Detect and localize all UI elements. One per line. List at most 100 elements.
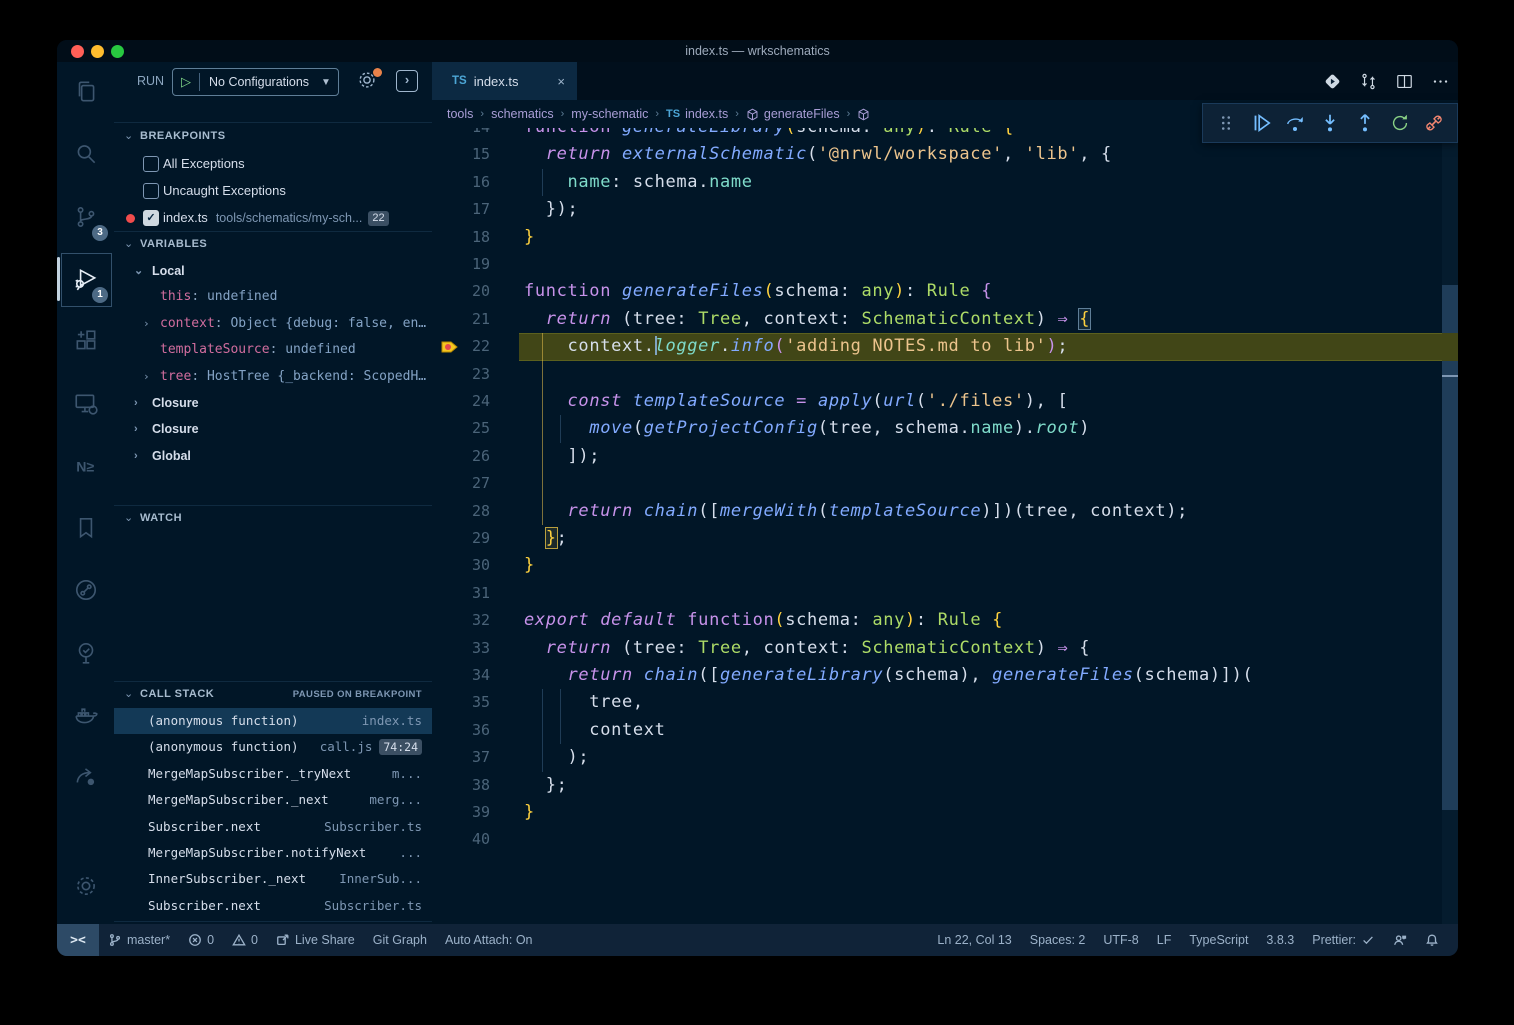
step-out-button[interactable] (1353, 111, 1377, 135)
status-notifications-bell[interactable] (1416, 924, 1448, 956)
continue-button[interactable] (1249, 111, 1273, 135)
status-auto-attach[interactable]: Auto Attach: On (436, 924, 542, 956)
callstack-frame[interactable]: (anonymous function) call.js74:24 (114, 734, 432, 760)
status-remote-indicator[interactable]: >< (57, 924, 99, 956)
breadcrumb-item[interactable]: generateFiles (746, 107, 840, 121)
code-line-18[interactable]: 18 } (432, 224, 1458, 251)
tab-index-ts[interactable]: TS index.ts × (432, 62, 577, 100)
code-line-30[interactable]: 30 } (432, 552, 1458, 579)
variable-row[interactable]: › context: Object {debug: false, en… (114, 311, 432, 337)
activity-item-docker[interactable] (57, 687, 114, 743)
variable-row[interactable]: this: undefined (114, 284, 432, 310)
variables-scope-global[interactable]: › Global (114, 443, 432, 469)
activity-item-project-share[interactable] (57, 749, 114, 805)
callstack-frame[interactable]: MergeMapSubscriber._tryNext m... (114, 761, 432, 787)
code-line-34[interactable]: 34 return chain([generateLibrary(schema)… (432, 662, 1458, 689)
activity-item-search[interactable] (57, 126, 114, 182)
breadcrumb-item[interactable]: TSindex.ts (666, 107, 728, 121)
configure-gear-button[interactable] (356, 69, 380, 93)
status-errors[interactable]: 0 (179, 924, 223, 956)
scrollbar-thumb[interactable] (1442, 285, 1458, 810)
code-line-38[interactable]: 38 }; (432, 772, 1458, 799)
activity-item-settings-gear[interactable] (57, 858, 114, 914)
breakpoint-row[interactable]: All Exceptions (114, 150, 432, 177)
code-line-39[interactable]: 39 } (432, 799, 1458, 826)
status-cursor-position[interactable]: Ln 22, Col 13 (928, 924, 1020, 956)
more-actions-button[interactable] (1431, 72, 1450, 91)
status-live-share[interactable]: Live Share (267, 924, 364, 956)
status-eol[interactable]: LF (1148, 924, 1181, 956)
breakpoint-checkbox[interactable]: ✓ (143, 210, 159, 226)
status-prettier[interactable]: Prettier: (1303, 924, 1384, 956)
restart-button[interactable] (1388, 111, 1412, 135)
breakpoint-checkbox[interactable] (143, 183, 159, 199)
callstack-frame[interactable]: MergeMapSubscriber.notifyNext ... (114, 840, 432, 866)
code-line-23[interactable]: 23 (432, 361, 1458, 388)
code-line-26[interactable]: 26 ]); (432, 443, 1458, 470)
breakpoints-section-header[interactable]: ⌄ BREAKPOINTS (114, 123, 432, 150)
status-indentation[interactable]: Spaces: 2 (1021, 924, 1095, 956)
callstack-frame[interactable]: InnerSubscriber._next InnerSub... (114, 866, 432, 892)
code-editor[interactable]: 14 function generateLibrary(schema: any)… (432, 128, 1458, 924)
code-line-27[interactable]: 27 (432, 470, 1458, 497)
variables-scope-local[interactable]: ⌄ Local (114, 258, 432, 284)
status-git-branch[interactable]: master* (99, 924, 179, 956)
code-line-29[interactable]: 29 }; (432, 525, 1458, 552)
breakpoint-row[interactable]: Uncaught Exceptions (114, 177, 432, 204)
start-debug-icon[interactable]: ▷ (173, 73, 200, 91)
status-ts-version[interactable]: 3.8.3 (1257, 924, 1303, 956)
status-encoding[interactable]: UTF-8 (1094, 924, 1147, 956)
breakpoint-row[interactable]: ✓ index.tstools/schematics/my-sch...22 (114, 204, 432, 231)
variables-scope-closure[interactable]: › Closure (114, 416, 432, 442)
launch-configuration-dropdown[interactable]: ▷ No Configurations ▼ (172, 68, 339, 96)
activity-item-run-and-debug[interactable]: 1 (57, 251, 114, 307)
activity-item-test-explorer[interactable] (57, 625, 114, 681)
variable-row[interactable]: templateSource: undefined (114, 337, 432, 363)
activity-item-remote-explorer[interactable] (57, 376, 114, 432)
code-line-16[interactable]: 16 name: schema.name (432, 169, 1458, 196)
code-line-31[interactable]: 31 (432, 580, 1458, 607)
close-tab-icon[interactable]: × (557, 74, 565, 89)
breadcrumb-item[interactable]: schematics (491, 107, 554, 121)
compare-changes-button[interactable] (1359, 72, 1378, 91)
activity-item-extensions[interactable] (57, 313, 114, 369)
code-line-25[interactable]: 25 move(getProjectConfig(tree, schema.na… (432, 415, 1458, 442)
status-git-graph[interactable]: Git Graph (364, 924, 436, 956)
variables-section-header[interactable]: ⌄ VARIABLES (114, 231, 432, 258)
code-line-33[interactable]: 33 return (tree: Tree, context: Schemati… (432, 635, 1458, 662)
variables-scope-closure[interactable]: › Closure (114, 390, 432, 416)
activity-item-nx-console[interactable]: N≥ (57, 438, 114, 494)
code-line-37[interactable]: 37 ); (432, 744, 1458, 771)
callstack-frame[interactable]: Subscriber.next Subscriber.ts (114, 893, 432, 919)
callstack-frame[interactable]: MergeMapSubscriber._next merg... (114, 787, 432, 813)
code-line-15[interactable]: 15 return externalSchematic('@nrwl/works… (432, 141, 1458, 168)
code-line-40[interactable]: 40 (432, 826, 1458, 853)
watch-section-header[interactable]: ⌄ WATCH (114, 505, 432, 532)
code-line-19[interactable]: 19 (432, 251, 1458, 278)
status-feedback[interactable] (1384, 924, 1416, 956)
code-line-22[interactable]: 22 context.logger.info('adding NOTES.md … (432, 333, 1458, 360)
drag-grip-button[interactable] (1214, 111, 1238, 135)
callstack-frame[interactable]: (anonymous function) index.ts (114, 708, 432, 734)
editor-scrollbar[interactable] (1442, 128, 1458, 924)
status-language-mode[interactable]: TypeScript (1180, 924, 1257, 956)
callstack-frame[interactable]: Subscriber.next Subscriber.ts (114, 814, 432, 840)
variable-row[interactable]: › tree: HostTree {_backend: ScopedH… (114, 364, 432, 390)
breadcrumb-item[interactable]: my-schematic (571, 107, 648, 121)
debug-console-button[interactable]: › (396, 70, 418, 92)
code-line-36[interactable]: 36 context (432, 717, 1458, 744)
callstack-section-header[interactable]: ⌄ CALL STACK PAUSED ON BREAKPOINT (114, 681, 432, 708)
activity-item-bookmarks[interactable] (57, 500, 114, 556)
disconnect-button[interactable] (1422, 111, 1446, 135)
activity-item-source-control[interactable]: 3 (57, 189, 114, 245)
step-over-button[interactable] (1283, 111, 1307, 135)
step-into-button[interactable] (1318, 111, 1342, 135)
code-line-21[interactable]: 21 return (tree: Tree, context: Schemati… (432, 306, 1458, 333)
code-line-20[interactable]: 20 function generateFiles(schema: any): … (432, 278, 1458, 305)
status-warnings[interactable]: 0 (223, 924, 267, 956)
breadcrumb-item[interactable]: tools (447, 107, 473, 121)
code-line-28[interactable]: 28 return chain([mergeWith(templateSourc… (432, 498, 1458, 525)
breakpoint-checkbox[interactable] (143, 156, 159, 172)
activity-item-explorer[interactable] (57, 64, 114, 120)
code-line-32[interactable]: 32 export default function(schema: any):… (432, 607, 1458, 634)
